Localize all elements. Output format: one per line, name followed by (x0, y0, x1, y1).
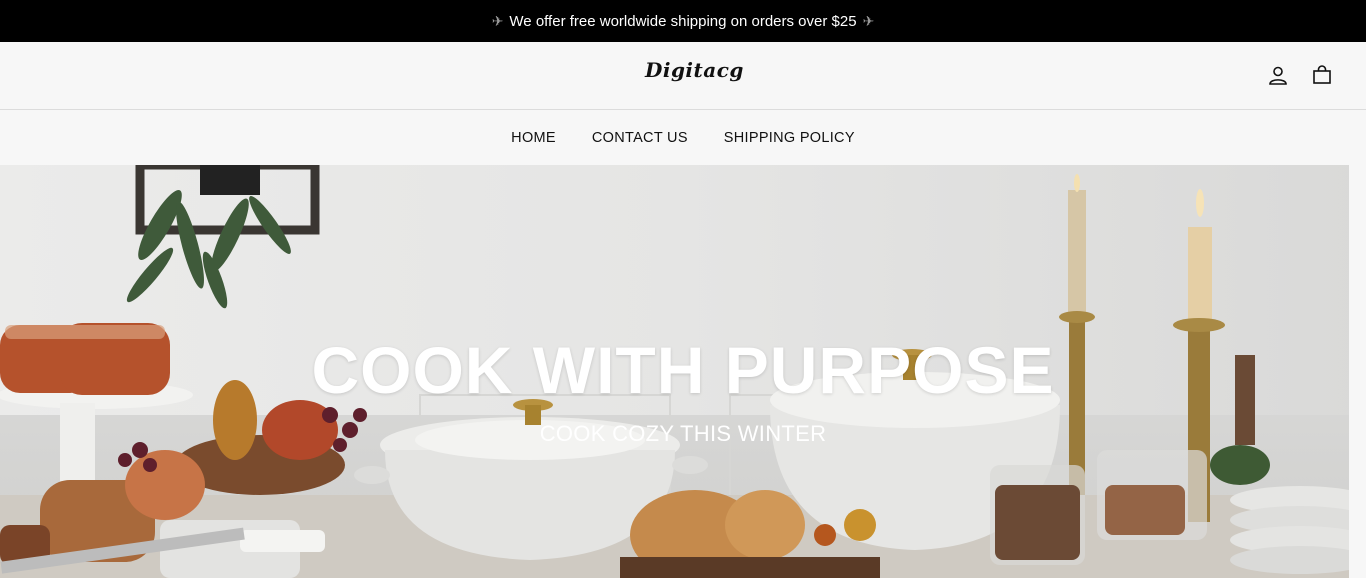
hero-banner[interactable]: COOK WITH PURPOSE COOK COZY THIS WINTER (0, 165, 1366, 578)
announcement-text: We offer free worldwide shipping on orde… (509, 12, 857, 30)
cart-bag-icon[interactable] (1311, 64, 1333, 86)
site-logo[interactable]: Digitacg (645, 58, 744, 82)
airplane-icon: ✈ (862, 12, 875, 29)
account-icon[interactable] (1267, 64, 1289, 86)
airplane-icon: ✈ (491, 12, 504, 29)
nav-item-shipping-policy[interactable]: SHIPPING POLICY (724, 130, 855, 146)
main-nav: HOME CONTACT US SHIPPING POLICY (0, 110, 1366, 165)
nav-item-contact-us[interactable]: CONTACT US (592, 130, 688, 146)
hero-subtitle: COOK COZY THIS WINTER (539, 421, 827, 446)
announcement-bar: ✈ We offer free worldwide shipping on or… (0, 0, 1366, 42)
site-header: Digitacg (0, 42, 1366, 110)
hero-title: COOK WITH PURPOSE (311, 333, 1055, 407)
nav-item-home[interactable]: HOME (511, 130, 556, 146)
